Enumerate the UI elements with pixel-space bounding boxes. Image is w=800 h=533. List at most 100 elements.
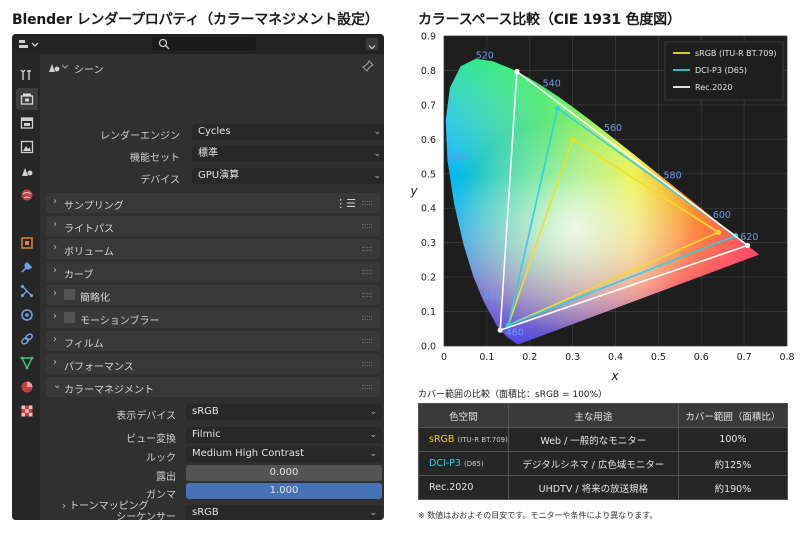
exposure-slider[interactable]: 0.000 (186, 465, 382, 481)
tab-particles[interactable] (16, 280, 38, 302)
table-row: DCI-P3 (D65) デジタルシネマ / 広色域モニター 約125% (418, 451, 789, 476)
sequencer-dropdown[interactable]: sRGB ⌄ (186, 505, 382, 520)
legend-label: Rec.2020 (695, 83, 732, 92)
output-icon (20, 117, 34, 129)
y-axis-label: y (409, 184, 418, 198)
render-engine-dropdown[interactable]: Cycles ⌄ (192, 124, 384, 140)
properties-header (12, 34, 384, 54)
exposure-label: 露出 (156, 472, 176, 483)
tab-render[interactable] (16, 88, 38, 110)
drag-handle-icon[interactable] (362, 270, 372, 274)
tab-texture[interactable] (16, 400, 38, 422)
drag-handle-icon[interactable] (362, 316, 372, 320)
subsection-tone-mapping[interactable]: › トーンマッピング (62, 497, 149, 512)
drag-handle-icon[interactable] (362, 224, 372, 228)
x-tick-label: 0.2 (522, 352, 537, 363)
y-tick-label: 0.5 (421, 169, 436, 180)
chevron-down-icon: ⌄ (53, 380, 62, 391)
drag-handle-icon[interactable] (362, 247, 372, 251)
tab-constraints[interactable] (16, 328, 38, 350)
x-tick-label: 0.1 (479, 352, 494, 363)
constraints-icon (21, 333, 33, 345)
drag-handle-icon[interactable] (362, 201, 372, 205)
color-space-sub: (D65) (463, 460, 484, 468)
look-dropdown[interactable]: Medium High Contrast ⌄ (186, 446, 382, 462)
drag-handle-icon[interactable] (362, 362, 372, 366)
table-header-row: 色空間 主な用途 カバー範囲（面積比） (418, 403, 789, 428)
tab-output[interactable] (16, 112, 38, 134)
section-simplify[interactable]: › 簡略化 (46, 285, 380, 305)
feature-set-label: 機能セット (130, 153, 180, 164)
tab-physics[interactable] (16, 304, 38, 326)
scene-icon (22, 168, 33, 176)
material-icon (21, 381, 33, 393)
tab-modifiers[interactable] (16, 256, 38, 278)
device-dropdown[interactable]: GPU演算 ⌄ (192, 168, 384, 184)
display-device-dropdown[interactable]: sRGB ⌄ (186, 404, 382, 420)
y-tick-label: 0.4 (421, 204, 436, 215)
render-engine-value: Cycles (198, 126, 231, 137)
primary-point (514, 68, 520, 75)
gamma-slider[interactable]: 1.000 (186, 483, 382, 499)
drag-handle-icon[interactable] (362, 339, 372, 343)
coverage-cell: 100% (677, 427, 789, 452)
chevron-down-icon (368, 45, 376, 50)
x-tick-label: 0.4 (608, 352, 623, 363)
x-tick-label: 0 (441, 352, 447, 363)
color-space-name: Rec.2020 (429, 482, 474, 493)
drag-handle-icon[interactable] (362, 385, 372, 389)
simplify-checkbox[interactable] (64, 289, 75, 300)
section-sampling[interactable]: › サンプリング ⋮☰ (46, 193, 380, 213)
chart-legend: sRGB (ITU-R BT.709) DCI-P3 (D65) Rec.2020 (664, 41, 784, 101)
section-performance[interactable]: › パフォーマンス (46, 354, 380, 374)
section-label: サンプリング (64, 201, 124, 212)
coverage-caption: カバー範囲の比較（面積比：sRGB = 100%） (418, 390, 608, 400)
primary-point (715, 229, 721, 235)
drag-handle-icon[interactable] (362, 293, 372, 297)
table-row: sRGB (ITU-R BT.709) Web / 一般的なモニター 100% (418, 427, 789, 452)
display-device-label: 表示デバイス (116, 411, 176, 422)
section-color-management[interactable]: ⌄ カラーマネジメント (46, 377, 380, 397)
properties-search-input[interactable] (152, 37, 256, 51)
chevron-down-icon: ⌄ (369, 430, 377, 440)
wavelength-label: 600 (713, 210, 731, 221)
chevron-down-icon: ⌄ (373, 171, 381, 181)
display-device-value: sRGB (192, 406, 219, 417)
section-motion-blur[interactable]: › モーションブラー (46, 308, 380, 328)
coverage-cell: 約190% (677, 475, 789, 500)
tab-data[interactable] (16, 352, 38, 374)
tab-material[interactable] (16, 376, 38, 398)
legend-label: sRGB (ITU-R BT.709) (695, 49, 777, 58)
section-label: パフォーマンス (64, 362, 134, 373)
chevron-right-icon: › (53, 288, 57, 299)
section-label: モーションブラー (80, 316, 160, 327)
feature-set-dropdown[interactable]: 標準 ⌄ (192, 146, 384, 162)
color-space-cell: sRGB (ITU-R BT.709) (418, 427, 509, 452)
modifier-icon (21, 262, 32, 273)
section-light-paths[interactable]: › ライトパス (46, 216, 380, 236)
coverage-cell: 約125% (677, 451, 789, 476)
presets-list-icon[interactable]: ⋮☰ (335, 197, 356, 210)
pin-icon[interactable] (362, 60, 374, 72)
cie-chromaticity-chart: 460 480 500 520 540 560 580 600 620 0 0.1 0.2 0.3 0.… (400, 30, 795, 385)
view-transform-dropdown[interactable]: Filmic ⌄ (186, 427, 382, 443)
object-icon (21, 237, 33, 249)
wavelength-label: 520 (476, 51, 494, 62)
tab-world[interactable] (16, 184, 38, 206)
section-film[interactable]: › フィルム (46, 331, 380, 351)
motion-blur-checkbox[interactable] (64, 312, 75, 323)
y-tick-label: 0.8 (421, 66, 436, 77)
section-volumes[interactable]: › ボリューム (46, 239, 380, 259)
table-row: Rec.2020 UHDTV / 将来の放送規格 約190% (418, 475, 789, 500)
view-transform-label: ビュー変換 (126, 434, 176, 445)
tab-view-layer[interactable] (16, 136, 38, 158)
section-label: カラーマネジメント (64, 385, 154, 396)
tab-object[interactable] (16, 232, 38, 254)
tab-scene[interactable] (16, 160, 38, 182)
tab-tool[interactable] (16, 64, 38, 86)
x-tick-label: 0.3 (565, 352, 580, 363)
color-space-cell: Rec.2020 (418, 475, 509, 500)
section-curves[interactable]: › カーブ (46, 262, 380, 282)
editor-type-button[interactable] (18, 37, 42, 51)
options-dropdown-button[interactable] (366, 38, 378, 50)
